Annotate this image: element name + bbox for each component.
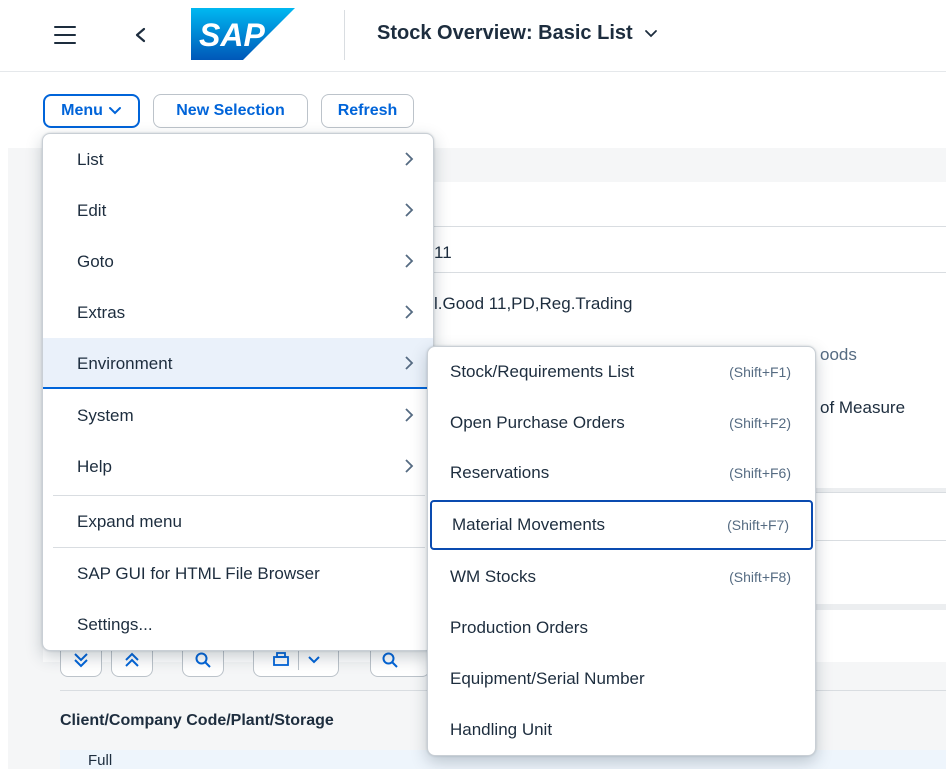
expand-all-icon — [74, 653, 88, 668]
sap-logo: SAP — [191, 8, 295, 60]
collapse-all-icon — [125, 652, 139, 667]
submenu-item-production-orders[interactable]: Production Orders — [430, 603, 813, 653]
menu-item-system[interactable]: System — [43, 390, 433, 441]
menu-item-label: Goto — [77, 251, 114, 271]
field-label: of Measure — [820, 398, 906, 417]
button-divider — [297, 650, 299, 670]
shortcut-hint: (Shift+F6) — [729, 465, 791, 481]
zoom-icon — [382, 652, 398, 668]
menu-item-extras[interactable]: Extras — [43, 287, 433, 338]
submenu-item-label: Equipment/Serial Number — [450, 669, 645, 688]
submenu-item-handling-unit[interactable]: Handling Unit — [430, 705, 813, 755]
submenu-item-label: Stock/Requirements List — [450, 362, 635, 381]
submenu-item-reservations[interactable]: Reservations (Shift+F6) — [430, 448, 813, 498]
field-label: oods — [820, 345, 857, 364]
menu-item-label: Expand menu — [77, 511, 182, 531]
chevron-right-icon — [405, 305, 414, 319]
submenu-item-label: Reservations — [450, 463, 550, 482]
field-value: 11 — [434, 243, 452, 262]
page-title: Stock Overview: Basic List — [377, 22, 633, 44]
chevron-down-icon — [645, 29, 658, 37]
submenu-item-label: Open Purchase Orders — [450, 413, 625, 432]
menu-item-label: SAP GUI for HTML File Browser — [77, 563, 320, 583]
refresh-button[interactable]: Refresh — [321, 94, 414, 128]
menu-item-edit[interactable]: Edit — [43, 185, 433, 236]
shortcut-hint: (Shift+F2) — [729, 415, 791, 431]
table-row-label: Full — [88, 752, 113, 769]
hamburger-icon[interactable] — [52, 24, 78, 46]
app-title-dropdown[interactable]: Stock Overview: Basic List — [377, 22, 658, 45]
environment-submenu: Stock/Requirements List (Shift+F1) Open … — [427, 346, 816, 756]
menu-item-label: List — [77, 149, 104, 169]
sap-logo-text: SAP — [199, 17, 265, 53]
submenu-item-label: Production Orders — [450, 618, 588, 637]
shortcut-hint: (Shift+F7) — [727, 517, 789, 533]
new-selection-button[interactable]: New Selection — [153, 94, 308, 128]
chevron-right-icon — [405, 408, 414, 422]
menu-item-environment[interactable]: Environment — [43, 338, 433, 389]
chevron-right-icon — [405, 254, 414, 268]
menu-item-label: Help — [77, 456, 112, 476]
submenu-item-stock-requirements[interactable]: Stock/Requirements List (Shift+F1) — [430, 347, 813, 397]
submenu-item-label: WM Stocks — [450, 567, 536, 586]
main-menu: List Edit Goto Extras Environment System… — [42, 133, 434, 651]
chevron-right-icon — [405, 459, 414, 473]
submenu-item-wm-stocks[interactable]: WM Stocks (Shift+F8) — [430, 552, 813, 602]
menu-item-label: Settings... — [77, 614, 153, 634]
menu-item-help[interactable]: Help — [43, 441, 433, 492]
submenu-item-label: Handling Unit — [450, 720, 553, 739]
chevron-down-icon — [307, 656, 320, 664]
field-line — [430, 226, 946, 227]
menu-item-label: Edit — [77, 200, 107, 220]
field-line — [430, 272, 946, 273]
print-icon — [272, 652, 289, 666]
chevron-right-icon — [405, 203, 414, 217]
menu-item-expand-menu[interactable]: Expand menu — [43, 496, 433, 547]
chevron-down-icon — [108, 107, 121, 115]
table-column-header: Client/Company Code/Plant/Storage — [60, 712, 334, 729]
submenu-item-open-purchase-orders[interactable]: Open Purchase Orders (Shift+F2) — [430, 398, 813, 448]
menu-item-label: Environment — [77, 353, 173, 373]
submenu-item-equipment-serial[interactable]: Equipment/Serial Number — [430, 654, 813, 704]
search-icon — [195, 652, 211, 668]
menu-button[interactable]: Menu — [43, 94, 140, 128]
menu-item-list[interactable]: List — [43, 134, 433, 185]
shell-header: SAP Stock Overview: Basic List — [0, 0, 946, 72]
menu-item-label: System — [77, 405, 134, 425]
shortcut-hint: (Shift+F1) — [729, 364, 791, 380]
menu-button-label: Menu — [61, 102, 103, 119]
field-value: l.Good 11,PD,Reg.Trading — [434, 294, 633, 313]
menu-item-label: Extras — [77, 302, 126, 322]
menu-item-goto[interactable]: Goto — [43, 236, 433, 287]
back-icon[interactable] — [128, 18, 152, 52]
submenu-item-label: Material Movements — [452, 515, 606, 534]
menu-item-settings[interactable]: Settings... — [43, 599, 433, 650]
header-divider — [344, 10, 345, 60]
menu-item-file-browser[interactable]: SAP GUI for HTML File Browser — [43, 548, 433, 599]
chevron-right-icon — [405, 152, 414, 166]
chevron-right-icon — [405, 356, 414, 370]
submenu-item-material-movements[interactable]: Material Movements (Shift+F7) — [430, 500, 813, 550]
shortcut-hint: (Shift+F8) — [729, 569, 791, 585]
